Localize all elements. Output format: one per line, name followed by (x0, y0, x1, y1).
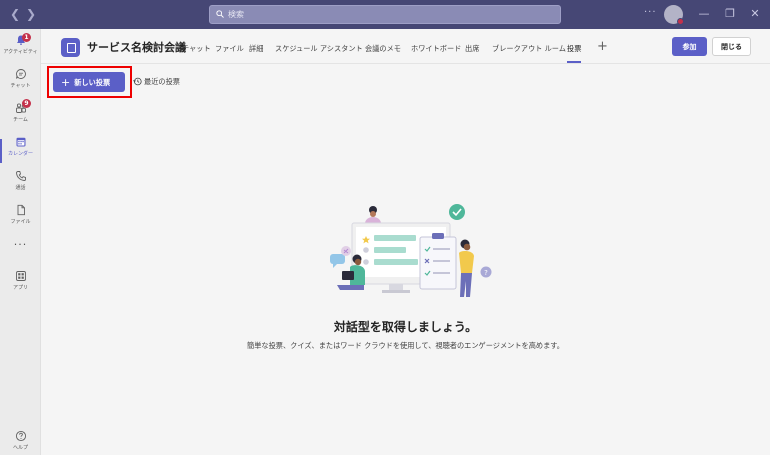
plus-icon: + (61, 75, 71, 89)
status-dot-icon (677, 18, 684, 25)
title-bar: ❮ ❯ ··· — ❐ ✕ (0, 0, 770, 29)
rail-label-calendar: カレンダー (7, 151, 33, 157)
tab-breakout-rooms[interactable]: ブレークアウト ルーム (492, 44, 566, 54)
new-poll-button[interactable]: + 新しい投票 (53, 72, 125, 92)
rail-label-teams: チーム (13, 117, 28, 123)
more-options-icon[interactable]: ··· (644, 7, 657, 18)
tab-chat[interactable]: チャット (182, 44, 211, 54)
history-icon (133, 77, 142, 86)
apps-icon (15, 271, 26, 281)
back-arrow-icon[interactable]: ❮ (8, 7, 22, 21)
page-title: サービス名検討会議 (87, 41, 186, 54)
polls-content: + 新しい投票 最近の投票 ? 対話型を取得しましょう。 簡単な投票、クイズ、ま… (41, 64, 770, 455)
activity-badge: 1 (22, 33, 31, 42)
search-input[interactable] (228, 7, 548, 22)
rail-item-apps[interactable]: アプリ (0, 270, 41, 302)
add-tab-icon[interactable]: + (597, 39, 608, 54)
close-window-icon[interactable]: ✕ (749, 8, 761, 20)
new-poll-label: 新しい投票 (74, 77, 111, 87)
rail-item-teams[interactable]: 9 チーム (0, 99, 41, 134)
teams-badge: 9 (22, 99, 31, 108)
file-icon (17, 204, 25, 216)
tab-polls[interactable]: 投票 (567, 44, 581, 54)
recent-polls-label: 最近の投票 (144, 77, 180, 86)
empty-state-description: 簡単な投票、クイズ、またはワード クラウドを使用して、視聴者のエンゲージメントを… (247, 341, 564, 350)
search-box[interactable] (209, 5, 561, 24)
tab-details[interactable]: 詳細 (249, 44, 263, 54)
tab-meeting-notes[interactable]: 会議のメモ (365, 44, 401, 54)
chat-icon (15, 69, 26, 79)
rail-label-help: ヘルプ (12, 445, 28, 451)
tab-attendance[interactable]: 出席 (465, 44, 479, 54)
rail-label-activity: アクティビティ (3, 49, 38, 55)
active-tab-indicator (567, 61, 581, 63)
minimize-icon[interactable]: — (698, 8, 710, 20)
rail-item-help[interactable]: ヘルプ (0, 430, 41, 455)
tab-whiteboard[interactable]: ホワイトボード (411, 44, 461, 54)
rail-label-files: ファイル (10, 219, 31, 225)
search-icon (216, 10, 224, 18)
rail-label-apps: アプリ (12, 285, 28, 291)
calendar-icon (16, 137, 25, 147)
recent-polls-link[interactable]: 最近の投票 (133, 77, 180, 87)
phone-icon (15, 171, 26, 181)
meeting-icon (61, 38, 80, 57)
rail-label-chat: チャット (10, 83, 31, 89)
rail-item-chat[interactable]: チャット (0, 68, 41, 100)
rail-item-calls[interactable]: 通話 (0, 170, 41, 202)
forward-arrow-icon[interactable]: ❯ (24, 7, 38, 21)
polls-illustration: ? (330, 204, 492, 297)
maximize-icon[interactable]: ❐ (724, 8, 736, 20)
tab-scheduling-assistant[interactable]: スケジュール アシスタント (275, 44, 363, 54)
empty-state-title: 対話型を取得しましょう。 (333, 320, 478, 334)
join-button[interactable]: 参加 (672, 37, 707, 56)
help-icon (15, 430, 26, 442)
rail-item-files[interactable]: ファイル (0, 204, 41, 236)
app-rail: 1 アクティビティ チャット 9 チーム カレンダー 通話 ファイル ··· ア… (0, 29, 41, 455)
rail-label-calls: 通話 (15, 185, 26, 191)
rail-item-calendar[interactable]: カレンダー (0, 136, 41, 168)
rail-item-activity[interactable]: 1 アクティビティ (0, 33, 41, 66)
tab-files[interactable]: ファイル (215, 44, 244, 54)
close-button[interactable]: 閉じる (712, 37, 751, 56)
svg-text:?: ? (484, 269, 488, 277)
avatar[interactable] (664, 5, 684, 25)
more-apps-icon[interactable]: ··· (0, 238, 41, 251)
meeting-header: サービス名検討会議 チャット ファイル 詳細 スケジュール アシスタント 会議の… (41, 29, 770, 64)
